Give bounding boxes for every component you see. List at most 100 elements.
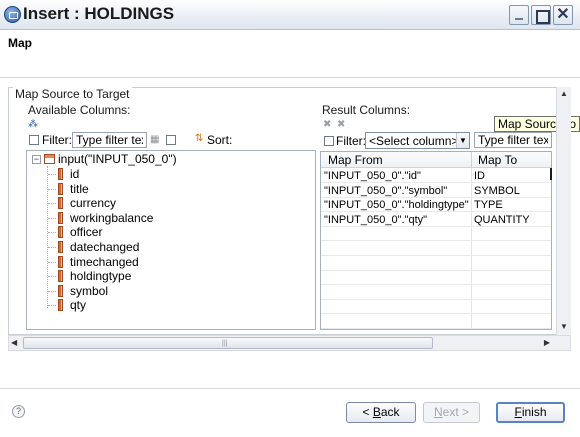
close-button[interactable]: ✕ [553,5,573,25]
available-columns-label: Available Columns: [28,103,131,117]
footer-divider [0,388,580,389]
table-row[interactable] [321,271,551,286]
sort-icon[interactable]: ⇅ [195,134,203,144]
map-from-header[interactable]: Map From [328,153,383,167]
title-bar: Insert : HOLDINGS ✕ [0,0,580,30]
map-from-cell: "INPUT_050_0"."holdingtype" [324,199,469,212]
column-icon [58,168,63,180]
map-to-cell: ID [474,170,485,182]
result-filter-checkbox[interactable] [324,136,334,146]
delete-all-icon[interactable]: ✖ [337,120,345,130]
tree-column-item[interactable]: officer [70,225,102,240]
scroll-down-icon[interactable]: ▼ [557,320,571,334]
result-columns-table[interactable]: Map From Map To "INPUT_050_0"."id" ID "INP… [320,151,552,330]
tree-column-item[interactable]: title [70,182,89,197]
available-option-checkbox[interactable] [166,135,176,145]
map-to-cell: QUANTITY [474,213,530,226]
minimize-button[interactable] [509,5,529,25]
finish-button[interactable]: Finish [496,402,565,423]
back-rest: ack [380,405,400,419]
tree-branch-line [48,174,56,175]
back-button[interactable]: < Back [346,402,416,423]
column-divider[interactable] [471,152,472,168]
finish-rest: inish [521,405,547,419]
filter-icon[interactable]: ▦ [150,135,159,145]
next-rest: ext > [442,405,470,419]
table-row[interactable] [321,227,551,242]
help-icon[interactable]: ? [12,405,25,418]
table-icon [44,154,55,164]
next-button[interactable]: Next > [423,402,480,423]
horizontal-scroll-thumb[interactable]: ||| [23,337,433,349]
table-row[interactable] [321,257,551,271]
back-prefix: < [362,405,373,419]
result-columns-label: Result Columns: [322,103,411,117]
tree-branch-line [48,188,56,190]
map-from-cell: "INPUT_050_0"."symbol" [324,184,448,197]
column-icon [58,241,63,253]
map-from-cell: "INPUT_050_0"."id" [324,170,421,182]
tree-branch-line [48,261,56,263]
column-icon [58,211,63,224]
tree-column-item[interactable]: timechanged [70,255,139,270]
tree-column-item[interactable]: holdingtype [70,269,131,284]
tree-root-input[interactable]: input("INPUT_050_0") [58,152,177,167]
map-to-cell: SYMBOL [474,184,520,197]
table-header: Map From Map To [321,152,551,168]
horizontal-scrollbar[interactable]: ◀ ||| ▶ [8,335,571,351]
scroll-right-icon[interactable]: ▶ [540,336,554,350]
tree-branch-line [48,203,56,205]
text-cursor [550,168,552,180]
column-icon [58,270,63,283]
delete-icon[interactable]: ✖ [323,120,331,130]
column-icon [58,182,63,195]
table-row[interactable] [321,315,551,329]
result-filter-input[interactable] [474,132,552,148]
tree-column-item[interactable]: symbol [70,284,108,299]
tree-branch-line [48,217,56,219]
available-filter-checkbox[interactable] [29,135,39,145]
table-row[interactable] [321,242,551,256]
table-row[interactable] [321,286,551,300]
vertical-scrollbar[interactable]: ▲ ▼ [556,87,571,335]
back-mnemonic: B [372,405,381,419]
map-to-cell: TYPE [474,199,503,212]
window-title: Insert : HOLDINGS [23,4,175,23]
table-row[interactable]: "INPUT_050_0"."holdingtype" TYPE [321,198,551,213]
map-from-cell: "INPUT_050_0"."qty" [324,213,428,226]
tree-branch-line [48,290,56,292]
expand-all-icon[interactable]: ⁂ [28,120,38,130]
maximize-button[interactable] [531,5,551,25]
group-label: Map Source to Target [13,87,132,101]
scroll-up-icon[interactable]: ▲ [557,87,571,101]
table-row[interactable]: "INPUT_050_0"."qty" QUANTITY [321,213,551,227]
page-header: Map [0,31,580,78]
table-row[interactable] [321,300,551,315]
app-icon [4,6,21,23]
available-filter-input[interactable] [72,132,147,148]
finish-mnemonic: F [514,405,522,419]
table-row[interactable]: "INPUT_050_0"."id" ID [321,169,551,183]
tree-branch-line [48,232,56,234]
collapse-toggle-icon[interactable]: − [32,155,41,164]
map-to-header[interactable]: Map To [478,153,517,167]
column-icon [58,255,63,268]
page-title: Map [8,36,32,50]
scroll-left-icon[interactable]: ◀ [11,336,23,350]
tree-column-item[interactable]: qty [70,298,86,313]
available-columns-tree[interactable]: − input("INPUT_050_0") id title currency wo… [26,150,316,330]
tree-branch-line [48,276,56,278]
tree-branch-line [48,247,56,248]
tree-column-item[interactable]: datechanged [70,240,139,255]
tree-guide-line [47,166,48,308]
tree-column-item[interactable]: id [70,167,79,182]
tree-branch-line [48,305,56,307]
chevron-down-icon: ▼ [456,133,469,148]
next-mnemonic: N [433,405,443,419]
tree-column-item[interactable]: currency [70,196,116,211]
result-column-select-value: <Select column> [369,134,459,148]
grip-icon: ||| [222,340,228,347]
tree-column-item[interactable]: workingbalance [70,211,153,226]
table-row[interactable]: "INPUT_050_0"."symbol" SYMBOL [321,184,551,198]
result-column-select[interactable]: <Select column> ▼ [365,132,470,149]
